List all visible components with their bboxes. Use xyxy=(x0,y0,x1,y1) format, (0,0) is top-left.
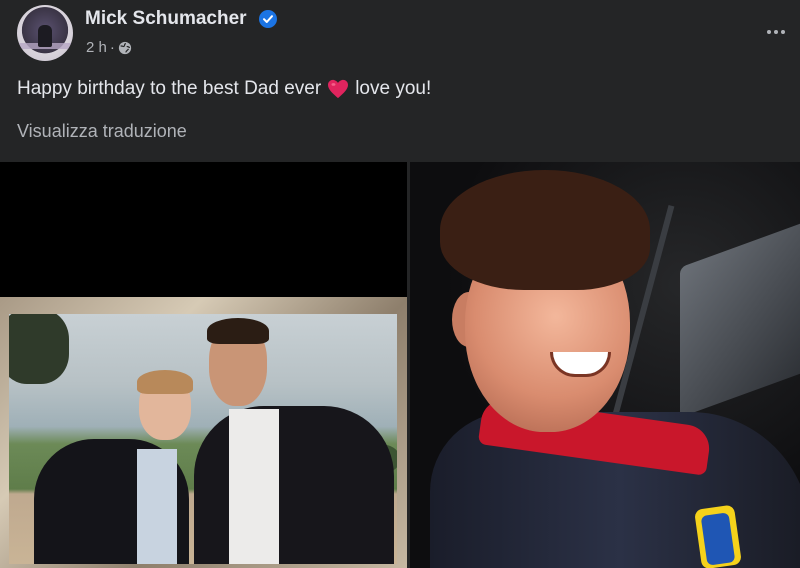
more-dot xyxy=(781,30,785,34)
post-text-part2: love you! xyxy=(355,78,432,99)
check-icon xyxy=(263,15,273,23)
avatar-figure xyxy=(38,25,52,47)
translate-link[interactable]: Visualizza traduzione xyxy=(17,121,187,142)
man-jacket xyxy=(194,406,394,564)
framed-photo-scene xyxy=(9,314,397,564)
post-text-part1: Happy birthday to the best Dad ever xyxy=(17,78,322,99)
verified-badge-icon xyxy=(259,10,277,28)
meta-separator: · xyxy=(109,39,115,56)
author-name[interactable]: Mick Schumacher xyxy=(85,8,247,30)
photo-framed-father-son[interactable] xyxy=(0,162,407,568)
man-hair xyxy=(207,318,269,344)
post-meta: 2 h · xyxy=(86,39,132,56)
post-text: Happy birthday to the best Dad ever love… xyxy=(17,78,431,100)
post-header: Mick Schumacher 2 h · Happy birthday to … xyxy=(0,0,800,162)
boy-shirt xyxy=(137,449,177,564)
more-dot xyxy=(767,30,771,34)
more-options-button[interactable] xyxy=(762,20,790,44)
photo-driver-smiling[interactable] xyxy=(410,162,800,568)
globe-icon xyxy=(118,41,131,54)
driver-hair xyxy=(440,170,650,290)
post-time[interactable]: 2 h xyxy=(86,39,107,56)
boy-hair xyxy=(137,370,193,394)
scene-tree xyxy=(9,314,69,384)
author-avatar[interactable] xyxy=(17,5,73,61)
man-shirt xyxy=(229,409,279,564)
more-dot xyxy=(774,30,778,34)
red-heart-emoji xyxy=(328,79,349,99)
